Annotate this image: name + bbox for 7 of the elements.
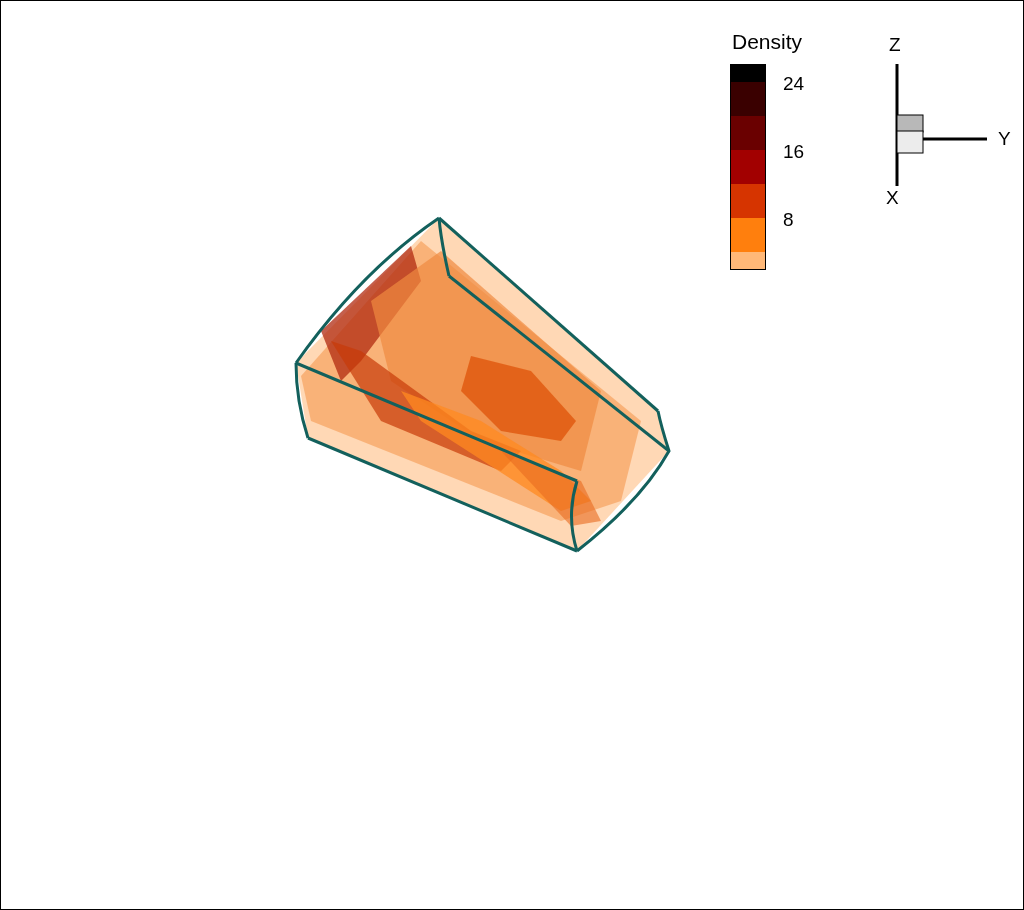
legend-label: 16 [783,141,805,163]
z-axis-label: Z [889,34,901,56]
y-axis-label: Y [998,128,1011,150]
x-axis-label: X [886,187,899,209]
legend-label: 8 [783,209,794,231]
legend-label: 24 [783,73,805,95]
legend-title: Density [732,29,803,55]
